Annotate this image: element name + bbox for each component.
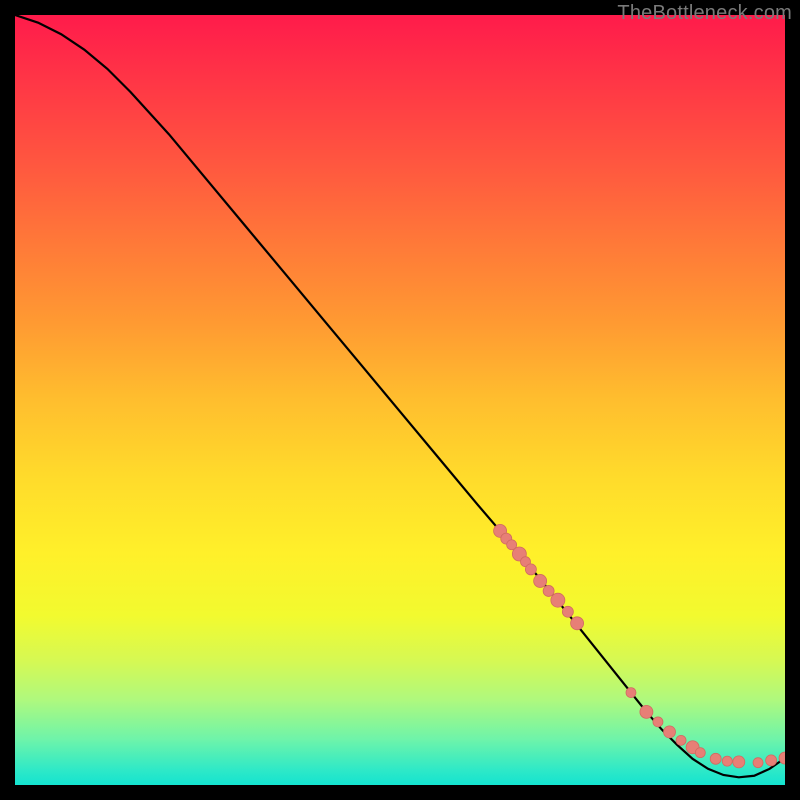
marker-point — [766, 755, 777, 766]
chart-stage: TheBottleneck.com — [0, 0, 800, 800]
marker-point — [571, 617, 584, 630]
plot-area — [15, 15, 785, 785]
marker-point — [722, 756, 732, 766]
bottleneck-curve-line — [15, 15, 785, 777]
marker-point — [551, 593, 565, 607]
marker-point — [753, 758, 763, 768]
marker-point — [733, 756, 745, 768]
marker-point — [640, 705, 653, 718]
watermark-text: TheBottleneck.com — [617, 2, 792, 25]
marker-point — [562, 606, 573, 617]
marker-point — [653, 717, 663, 727]
marker-point — [664, 726, 676, 738]
marker-point — [676, 735, 686, 745]
marker-point — [710, 753, 721, 764]
marker-point — [534, 574, 547, 587]
marker-point — [543, 585, 554, 596]
marker-point — [525, 564, 536, 575]
marker-point — [695, 748, 705, 758]
chart-svg — [15, 15, 785, 785]
marker-point — [626, 688, 636, 698]
highlight-markers — [494, 524, 785, 768]
